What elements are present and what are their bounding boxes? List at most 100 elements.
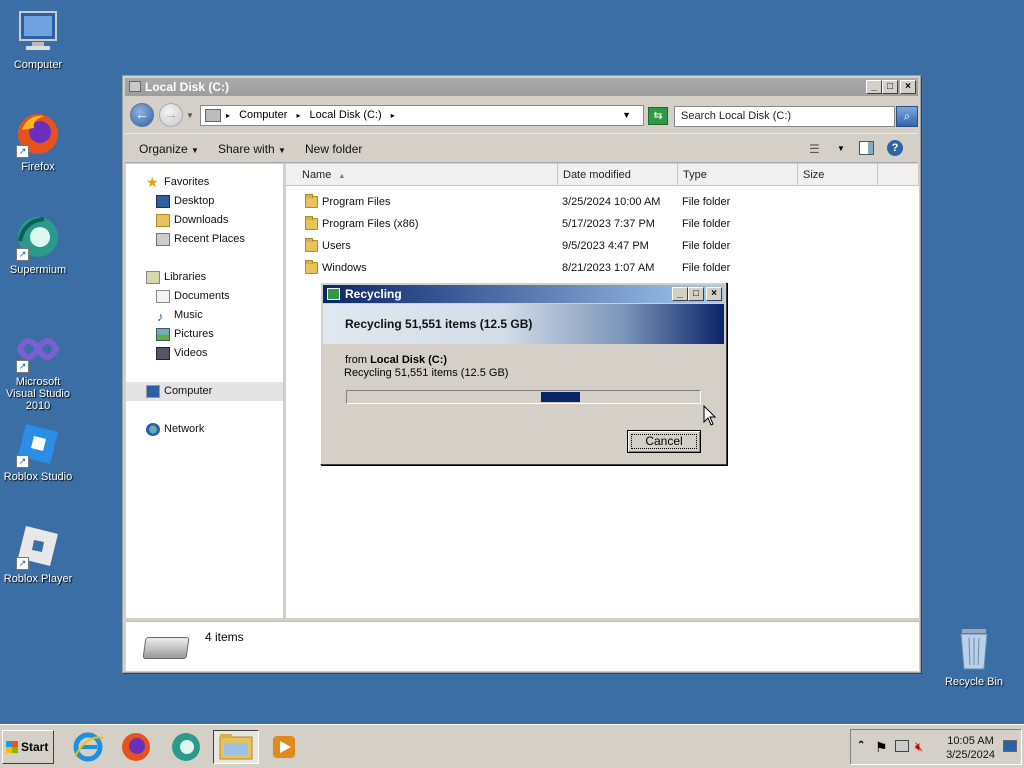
column-header-size[interactable]: Size (798, 164, 878, 186)
dialog-titlebar[interactable]: Recycling _ □ × (323, 285, 724, 303)
firefox-icon: ↗ (14, 110, 62, 158)
file-type: File folder (682, 196, 731, 208)
dialog-close-button[interactable]: × (706, 287, 722, 301)
desktop-icon (156, 195, 170, 208)
file-date: 5/17/2023 7:37 PM (562, 218, 655, 230)
dialog-source: from Local Disk (C:) (345, 354, 448, 366)
taskbar-explorer[interactable] (213, 730, 259, 764)
taskbar-internet-explorer[interactable] (71, 730, 105, 764)
media-player-icon (273, 736, 295, 758)
folder-icon (305, 216, 318, 230)
taskbar-media-player[interactable] (268, 730, 302, 764)
desktop-icon-supermium[interactable]: ↗ Supermium (0, 213, 76, 276)
breadcrumb-computer[interactable]: Computer (239, 109, 287, 121)
nav-network[interactable]: Network (126, 420, 283, 439)
internet-explorer-icon (73, 732, 104, 762)
folder-icon (305, 238, 318, 252)
desktop-icon-label: Microsoft Visual Studio 2010 (5, 376, 70, 412)
desktop-icon-computer[interactable]: Computer (0, 8, 76, 71)
cancel-button[interactable]: Cancel (627, 430, 701, 453)
file-type: File folder (682, 218, 731, 230)
column-header-name[interactable]: Name ▲ (286, 164, 558, 186)
address-dropdown-icon[interactable]: ▼ (622, 106, 631, 125)
music-icon: ♪ (157, 309, 164, 324)
nav-libraries[interactable]: Libraries (126, 268, 283, 287)
desktop-icon-roblox-player[interactable]: ↗ Roblox Player (0, 522, 76, 585)
show-hidden-icons-icon[interactable]: ⌃ (857, 740, 865, 751)
search-input[interactable]: Search Local Disk (C:) (674, 106, 895, 127)
breadcrumb-separator-icon: ▸ (296, 111, 301, 120)
taskbar-firefox[interactable] (119, 730, 153, 764)
dialog-minimize-button[interactable]: _ (672, 287, 688, 301)
nav-documents[interactable]: Documents (126, 287, 283, 306)
dialog-banner: Recycling 51,551 items (12.5 GB) (323, 304, 724, 344)
nav-pictures[interactable]: Pictures (126, 325, 283, 344)
file-row[interactable]: Program Files 3/25/2024 10:00 AM File fo… (286, 192, 919, 212)
view-dropdown-icon[interactable]: ▼ (837, 144, 845, 153)
view-options-icon[interactable]: ☰ (809, 142, 820, 156)
breadcrumb-separator-icon: ▸ (390, 111, 395, 120)
volume-muted-icon[interactable]: 🔇︎ (915, 739, 923, 755)
windows-logo-icon (6, 741, 18, 753)
show-desktop-icon[interactable] (1003, 740, 1017, 752)
column-header-type[interactable]: Type (678, 164, 798, 186)
visual-studio-icon: ↗ (14, 325, 62, 373)
dialog-maximize-button[interactable]: □ (688, 287, 704, 301)
nav-computer[interactable]: Computer (126, 382, 283, 401)
star-icon: ★ (146, 174, 159, 190)
desktop-icon-firefox[interactable]: ↗ Firefox (0, 110, 76, 173)
window-app-icon (129, 81, 141, 92)
network-tray-icon[interactable] (895, 740, 909, 752)
nav-music[interactable]: ♪ Music (126, 306, 283, 325)
maximize-button[interactable]: □ (882, 80, 898, 94)
details-pane: 4 items (126, 621, 919, 671)
address-bar-row: ← → ▼ ▸ Computer ▸ Local Disk (C:) ▸ ▼ ⇆… (125, 98, 918, 130)
dialog-title: Recycling (345, 287, 402, 301)
taskbar-supermium[interactable] (169, 730, 203, 764)
minimize-button[interactable]: _ (866, 80, 882, 94)
nav-desktop[interactable]: Desktop (126, 192, 283, 211)
clock-date: 3/25/2024 (946, 749, 995, 761)
help-icon[interactable]: ? (887, 140, 903, 156)
forward-button[interactable]: → (159, 103, 183, 127)
file-row[interactable]: Program Files (x86) 5/17/2023 7:37 PM Fi… (286, 214, 919, 234)
file-date: 9/5/2023 4:47 PM (562, 240, 649, 252)
action-center-flag-icon[interactable]: ⚑ (875, 739, 888, 756)
address-input[interactable]: ▸ Computer ▸ Local Disk (C:) ▸ ▼ (200, 105, 644, 126)
new-folder-button[interactable]: New folder (305, 142, 362, 156)
search-icon[interactable]: ⌕ (896, 106, 918, 127)
nav-downloads[interactable]: Downloads (126, 211, 283, 230)
shortcut-arrow-icon: ↗ (16, 557, 29, 570)
organize-button[interactable]: Organize ▼ (139, 142, 199, 156)
column-header-date-modified[interactable]: Date modified (558, 164, 678, 186)
nav-favorites[interactable]: ★ Favorites (126, 173, 283, 192)
start-button[interactable]: Start (2, 730, 54, 764)
desktop-icon-visual-studio[interactable]: ↗ Microsoft Visual Studio 2010 (0, 325, 76, 412)
recycling-dialog: Recycling _ □ × Recycling 51,551 items (… (320, 282, 727, 465)
file-row[interactable]: Users 9/5/2023 4:47 PM File folder (286, 236, 919, 256)
desktop-icon-label: Recycle Bin (944, 676, 1004, 688)
videos-icon (156, 347, 170, 360)
close-button[interactable]: × (900, 80, 916, 94)
history-dropdown-icon[interactable]: ▼ (186, 111, 194, 120)
clock[interactable]: 10:05 AM 3/25/2024 (946, 734, 995, 762)
desktop-icon-recycle-bin[interactable]: Recycle Bin (936, 625, 1012, 688)
back-button[interactable]: ← (130, 103, 154, 127)
nav-videos[interactable]: Videos (126, 344, 283, 363)
share-with-button[interactable]: Share with ▼ (218, 142, 286, 156)
refresh-button[interactable]: ⇆ (648, 107, 668, 125)
explorer-titlebar[interactable]: Local Disk (C:) _ □ × (125, 78, 918, 96)
supermium-icon (172, 733, 200, 761)
breadcrumb-local-disk[interactable]: Local Disk (C:) (310, 109, 382, 121)
file-name: Windows (322, 262, 367, 274)
folder-icon (219, 734, 253, 760)
recent-places-icon (156, 233, 170, 246)
progress-bar (346, 390, 701, 404)
preview-pane-icon[interactable] (859, 141, 874, 155)
nav-recent-places[interactable]: Recent Places (126, 230, 283, 249)
desktop-icon-roblox-studio[interactable]: ↗ Roblox Studio (0, 420, 76, 483)
system-tray: ⌃ ⚑ 🔇︎ 10:05 AM 3/25/2024 (850, 729, 1022, 765)
shortcut-arrow-icon: ↗ (16, 145, 29, 158)
file-row[interactable]: Windows 8/21/2023 1:07 AM File folder (286, 258, 919, 278)
recycle-bin-icon (950, 625, 998, 673)
